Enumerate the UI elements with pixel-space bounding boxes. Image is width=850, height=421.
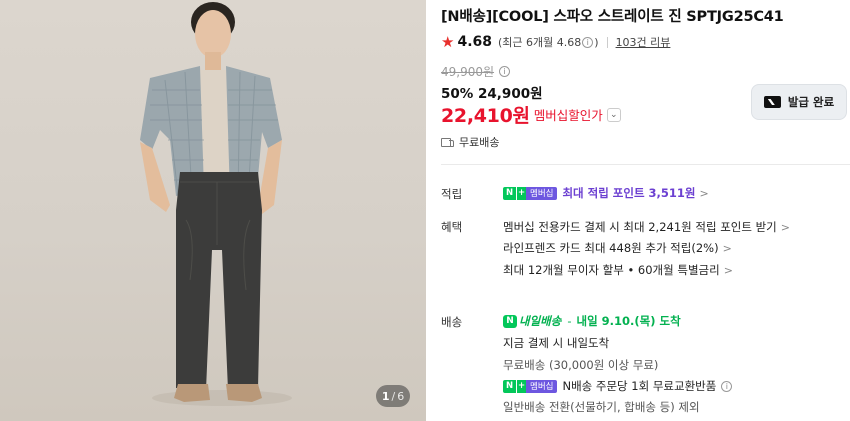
exchange-row: N + 멤버십 N배송 주문당 1회 무료교환반품 i (503, 378, 733, 394)
divider (606, 36, 608, 48)
delivery-note: 지금 결제 시 내일도착 (503, 336, 610, 350)
rating-score: 4.68 (457, 34, 492, 50)
arrival-date: 내일 9.10.(목) 도착 (576, 314, 681, 328)
chevron-down-icon[interactable]: ⌄ (606, 107, 621, 122)
gallery-current: 1 (381, 389, 390, 403)
badge-member: 멤버십 (526, 379, 558, 393)
delivery-arrival-row: N 내일배송 - 내일 9.10.(목) 도착 (503, 313, 681, 329)
shipping-fee: 무료배송 (459, 136, 500, 149)
badge-plus: + (516, 186, 526, 200)
coupon-button[interactable]: 발급 완료 (751, 84, 847, 120)
benefit-text: 라인프렌즈 카드 최대 448원 추가 적립(2%) (503, 241, 719, 255)
chevron-right-icon: > (699, 186, 709, 200)
coupon-button-label: 발급 완료 (787, 95, 835, 109)
benefit-item[interactable]: 라인프렌즈 카드 최대 448원 추가 적립(2%) > (503, 240, 732, 256)
coupon-icon (763, 96, 781, 108)
member-price-row: 22,410원 멤버십할인가 ⌄ (441, 101, 621, 128)
info-icon[interactable]: i (499, 66, 511, 77)
star-icon: ★ (441, 32, 455, 51)
chevron-right-icon: > (780, 220, 790, 234)
gallery-total: 6 (397, 389, 405, 403)
product-image[interactable]: 1 / 6 (0, 0, 426, 421)
naeil-delivery-badge: N 내일배송 (503, 313, 561, 329)
member-price: 22,410원 (441, 105, 530, 127)
shipping-fee-row: 무료배송 (441, 134, 499, 150)
general-delivery-note: 일반배송 전환(선물하기, 합배송 등) 제외 (503, 400, 700, 414)
original-price-row: 49,900원 i (441, 63, 511, 80)
benefits-label: 혜택 (441, 220, 463, 234)
points-row[interactable]: N + 멤버십 최대 적립 포인트 3,511원 > (503, 185, 709, 201)
model-illustration (140, 2, 292, 406)
delivery-fee: 무료배송 (30,000원 이상 무료) (503, 358, 659, 372)
info-icon[interactable]: i (582, 36, 594, 48)
product-info: [N배송][COOL] 스파오 스트레이트 진 SPTJG25C41 ★ 4.6… (441, 0, 850, 421)
badge-n: N (503, 379, 516, 393)
benefit-item[interactable]: 최대 12개월 무이자 할부 • 60개월 특별금리 > (503, 262, 733, 278)
benefit-item[interactable]: 멤버십 전용카드 결제 시 최대 2,241원 적립 포인트 받기 > (503, 219, 790, 235)
badge-member: 멤버십 (526, 186, 558, 200)
review-link[interactable]: 103건 리뷰 (616, 34, 671, 50)
truck-icon (441, 137, 454, 147)
delivery-label: 배송 (441, 315, 463, 329)
points-label: 적립 (441, 187, 463, 201)
sale-price: 50% 24,900원 (441, 86, 543, 102)
gallery-separator: / (391, 389, 396, 403)
exchange-text: N배송 주문당 1회 무료교환반품 (562, 379, 717, 393)
chevron-right-icon: > (722, 241, 732, 255)
membership-badge: N + 멤버십 (503, 186, 558, 200)
recent-rating: (최근 6개월 4.68 (498, 36, 582, 49)
original-price: 49,900원 (441, 65, 495, 79)
divider (441, 164, 850, 165)
benefit-text: 최대 12개월 무이자 할부 • 60개월 특별금리 (503, 263, 720, 277)
naeil-text: 내일배송 (519, 314, 562, 328)
arrival-separator: - (567, 314, 572, 328)
rating-row: ★ 4.68 (최근 6개월 4.68 i ) 103건 리뷰 (441, 34, 670, 50)
badge-n: N (503, 186, 516, 200)
benefit-text: 멤버십 전용카드 결제 시 최대 2,241원 적립 포인트 받기 (503, 220, 777, 234)
badge-plus: + (516, 379, 526, 393)
chevron-right-icon: > (723, 263, 733, 277)
product-title: [N배송][COOL] 스파오 스트레이트 진 SPTJG25C41 (441, 9, 784, 25)
points-text: 최대 적립 포인트 3,511원 (562, 186, 696, 200)
membership-badge: N + 멤버십 (503, 379, 558, 393)
info-icon[interactable]: i (721, 380, 733, 392)
member-price-label: 멤버십할인가 (533, 108, 603, 123)
gallery-counter: 1 / 6 (376, 385, 410, 407)
recent-rating-close: ) (594, 35, 599, 49)
naeil-badge-n: N (503, 314, 517, 328)
